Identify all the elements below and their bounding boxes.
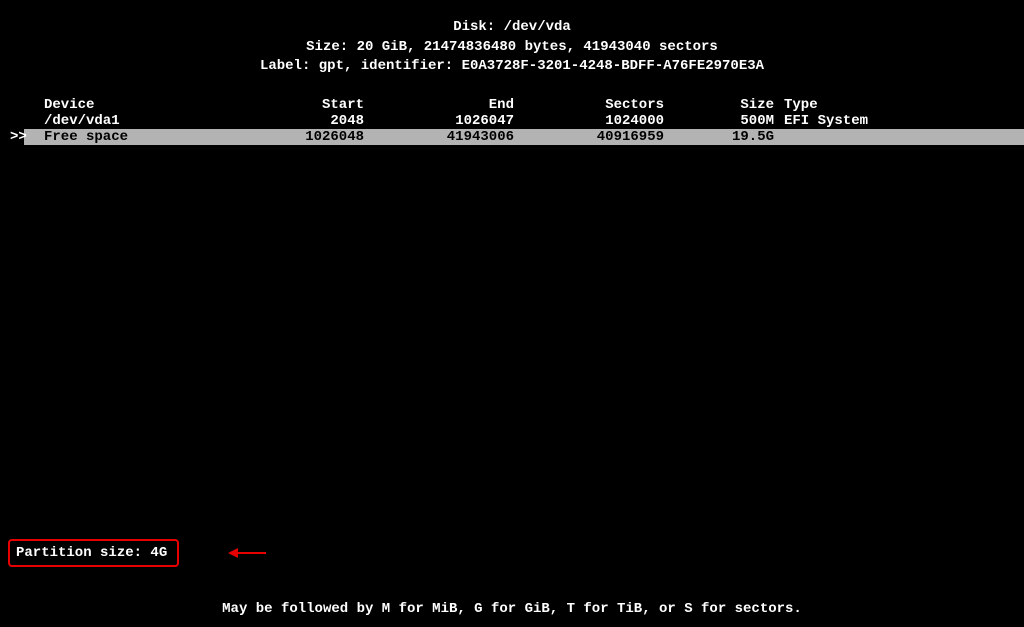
end-header: End	[364, 97, 514, 113]
sectors-header: Sectors	[514, 97, 664, 113]
input-label: Partition size:	[16, 545, 150, 561]
size-header: Size	[664, 97, 774, 113]
selector-header	[0, 97, 24, 113]
partition-table: Device Start End Sectors Size Type /dev/…	[0, 97, 1024, 145]
row-size: 19.5G	[664, 129, 774, 145]
annotation-arrow-icon	[228, 548, 266, 558]
row-device: Free space	[24, 129, 214, 145]
table-header-row: Device Start End Sectors Size Type	[0, 97, 1024, 113]
device-header: Device	[24, 97, 214, 113]
type-header: Type	[774, 97, 974, 113]
table-row-selected[interactable]: >> Free space 1026048 41943006 40916959 …	[0, 129, 1024, 145]
disk-info-header: Disk: /dev/vda Size: 20 GiB, 21474836480…	[0, 0, 1024, 77]
row-end: 1026047	[364, 113, 514, 129]
row-selector	[0, 113, 24, 129]
row-selector: >>	[0, 129, 24, 145]
row-type	[774, 129, 974, 145]
disk-device-line: Disk: /dev/vda	[0, 18, 1024, 38]
row-sectors: 1024000	[514, 113, 664, 129]
disk-label-line: Label: gpt, identifier: E0A3728F-3201-42…	[0, 57, 1024, 77]
hint-footer: May be followed by M for MiB, G for GiB,…	[0, 601, 1024, 617]
partition-size-input[interactable]: Partition size: 4G	[8, 539, 179, 567]
table-row[interactable]: /dev/vda1 2048 1026047 1024000 500M EFI …	[0, 113, 1024, 129]
row-start: 1026048	[214, 129, 364, 145]
row-device: /dev/vda1	[24, 113, 214, 129]
row-sectors: 40916959	[514, 129, 664, 145]
hint-text: May be followed by M for MiB, G for GiB,…	[222, 601, 802, 617]
row-end: 41943006	[364, 129, 514, 145]
partition-size-input-area: Partition size: 4G	[8, 539, 179, 567]
row-size: 500M	[664, 113, 774, 129]
disk-size-line: Size: 20 GiB, 21474836480 bytes, 4194304…	[0, 38, 1024, 58]
row-start: 2048	[214, 113, 364, 129]
input-value: 4G	[150, 545, 167, 561]
start-header: Start	[214, 97, 364, 113]
row-type: EFI System	[774, 113, 974, 129]
